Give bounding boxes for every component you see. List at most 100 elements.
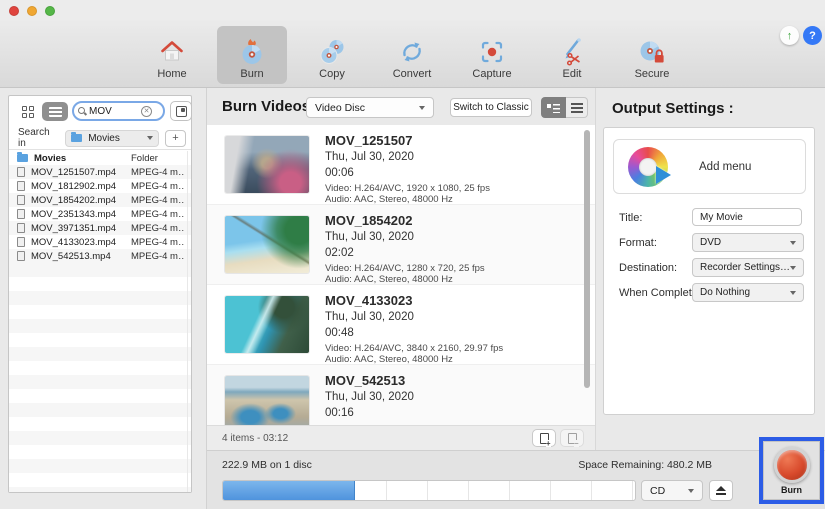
file-row[interactable]: MOV_1854202.mp4 MPEG-4 m… xyxy=(9,193,191,207)
output-settings-panel: Add menu Title: Format: DVD Destination:… xyxy=(603,127,815,415)
add-menu-button[interactable]: Add menu xyxy=(613,139,806,194)
file-row[interactable]: MOV_1251507.mp4 MPEG-4 m… xyxy=(9,165,191,179)
clear-search-icon[interactable]: ✕ xyxy=(141,105,152,117)
burn-button[interactable]: Burn xyxy=(763,441,820,500)
media-type-dropdown[interactable]: CD xyxy=(641,480,703,501)
burn-record-icon[interactable] xyxy=(773,447,810,483)
location-value: Movies xyxy=(88,132,120,144)
grid-icon xyxy=(22,105,34,118)
help-button[interactable]: ? xyxy=(803,26,822,45)
toolbar-label: Secure xyxy=(634,68,670,80)
file-type: MPEG-4 m… xyxy=(131,166,185,178)
audio-codec-info: Audio: AAC, Stereo, 48000 Hz xyxy=(325,274,453,285)
destination-field-row: Destination: Recorder Settings… xyxy=(604,258,814,278)
file-row[interactable]: MOV_542513.mp4 MPEG-4 m… xyxy=(9,249,191,263)
destination-label: Destination: xyxy=(619,262,678,274)
format-dropdown[interactable]: DVD xyxy=(692,233,804,252)
add-location-button[interactable]: + xyxy=(164,129,186,147)
toolbar-label: Edit xyxy=(562,68,582,80)
switch-to-classic-button[interactable]: Switch to Classic xyxy=(450,98,532,117)
location-dropdown[interactable]: Movies xyxy=(65,129,159,147)
toolbar-item-capture[interactable]: Capture xyxy=(457,26,527,84)
file-name: MOV_1812902.mp4 xyxy=(31,180,117,192)
chevron-down-icon xyxy=(790,265,796,270)
add-video-button[interactable] xyxy=(532,429,556,447)
items-summary: 4 items - 03:12 xyxy=(222,433,289,444)
close-window-icon[interactable] xyxy=(9,6,19,16)
video-name: MOV_4133023 xyxy=(325,293,413,308)
video-duration: 00:48 xyxy=(325,327,354,339)
movie-title-input[interactable] xyxy=(692,208,802,226)
media-browser-sidebar: ✕ Search in Movies + Movies Folder MOV_1… xyxy=(8,95,192,493)
toolbar-label: Convert xyxy=(392,68,432,80)
title-label: Title: xyxy=(619,212,643,224)
toolbar-label: Capture xyxy=(472,68,512,80)
when-complete-field-row: When Complete: Do Nothing xyxy=(604,283,814,303)
scrollbar-thumb[interactable] xyxy=(584,130,590,388)
format-label: Format: xyxy=(619,237,657,249)
when-complete-dropdown[interactable]: Do Nothing xyxy=(692,283,804,302)
file-name: MOV_4133023.mp4 xyxy=(31,236,117,248)
search-icon xyxy=(78,107,86,115)
toolbar-item-burn[interactable]: Burn xyxy=(217,26,287,84)
file-icon xyxy=(17,181,25,191)
media-browser-button[interactable] xyxy=(170,101,192,121)
video-list-footer: 4 items - 03:12 xyxy=(207,425,595,450)
app-window: Home Burn Copy Convert Capture Edit Secu… xyxy=(0,0,825,509)
video-name: MOV_1251507 xyxy=(325,133,413,148)
burn-button-highlight: Burn xyxy=(759,437,824,504)
eject-button[interactable] xyxy=(709,480,733,501)
file-row[interactable]: MOV_1812902.mp4 MPEG-4 m… xyxy=(9,179,191,193)
file-name: Movies xyxy=(34,152,67,164)
compact-list-view-button[interactable] xyxy=(566,97,588,118)
question-icon: ? xyxy=(809,29,816,42)
video-row[interactable]: MOV_542513 Thu, Jul 30, 2020 00:16 xyxy=(207,365,595,425)
media-type-value: CD xyxy=(650,484,666,497)
disc-type-dropdown[interactable]: Video Disc xyxy=(306,97,434,118)
video-row[interactable]: MOV_1251507 Thu, Jul 30, 2020 00:06 Vide… xyxy=(207,125,595,205)
file-icon xyxy=(17,195,25,205)
video-date: Thu, Jul 30, 2020 xyxy=(325,311,414,323)
zoom-window-icon[interactable] xyxy=(45,6,55,16)
toolbar-item-convert[interactable]: Convert xyxy=(377,26,447,84)
destination-dropdown[interactable]: Recorder Settings… xyxy=(692,258,804,277)
chevron-down-icon xyxy=(790,290,796,295)
grid-view-button[interactable] xyxy=(16,102,40,121)
file-list: Movies Folder MOV_1251507.mp4 MPEG-4 m… … xyxy=(9,151,191,492)
video-date: Thu, Jul 30, 2020 xyxy=(325,391,414,403)
minimize-window-icon[interactable] xyxy=(27,6,37,16)
add-file-icon xyxy=(539,432,551,447)
convert-icon xyxy=(397,35,427,67)
list-view-button[interactable] xyxy=(42,102,68,121)
output-settings-heading: Output Settings : xyxy=(612,100,734,117)
file-row[interactable]: MOV_2351343.mp4 MPEG-4 m… xyxy=(9,207,191,221)
file-type: MPEG-4 m… xyxy=(131,208,185,220)
file-row[interactable]: MOV_3971351.mp4 MPEG-4 m… xyxy=(9,221,191,235)
disc-usage-text: 222.9 MB on 1 disc xyxy=(222,459,312,471)
disc-usage-bar xyxy=(222,480,636,501)
toolbar-item-edit[interactable]: Edit xyxy=(537,26,607,84)
file-name: MOV_2351343.mp4 xyxy=(31,208,117,220)
panel-divider xyxy=(595,88,596,450)
secure-icon xyxy=(637,35,667,67)
file-type: MPEG-4 m… xyxy=(131,222,185,234)
media-browser-icon xyxy=(175,105,187,117)
video-row[interactable]: MOV_1854202 Thu, Jul 30, 2020 02:02 Vide… xyxy=(207,205,595,285)
file-icon xyxy=(17,209,25,219)
detail-list-view-button[interactable] xyxy=(541,97,566,118)
search-input[interactable] xyxy=(89,105,141,117)
file-row[interactable]: MOV_4133023.mp4 MPEG-4 m… xyxy=(9,235,191,249)
toolbar-item-copy[interactable]: Copy xyxy=(297,26,367,84)
file-type: MPEG-4 m… xyxy=(131,236,185,248)
titlebar xyxy=(0,0,825,20)
toolbar-item-home[interactable]: Home xyxy=(137,26,207,84)
remove-video-button[interactable] xyxy=(560,429,584,447)
folder-icon xyxy=(17,152,28,162)
toolbar-label: Burn xyxy=(240,68,264,80)
file-row[interactable]: Movies Folder xyxy=(9,151,191,165)
video-row[interactable]: MOV_4133023 Thu, Jul 30, 2020 00:48 Vide… xyxy=(207,285,595,365)
toolbar-item-secure[interactable]: Secure xyxy=(617,26,687,84)
folder-icon xyxy=(71,132,83,142)
update-button[interactable]: ↑ xyxy=(780,26,799,45)
sidebar-search[interactable]: ✕ xyxy=(72,101,165,121)
